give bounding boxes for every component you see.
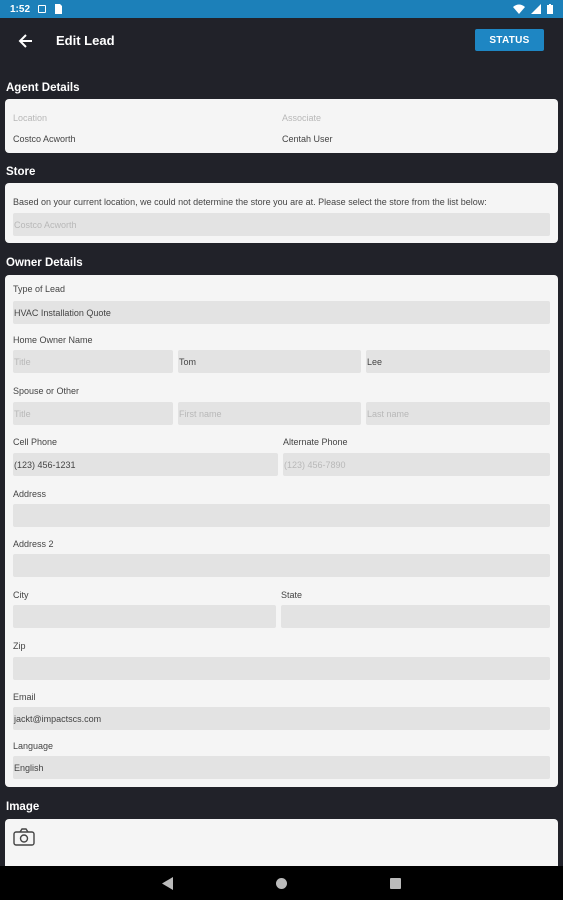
associate-value: Centah User xyxy=(282,134,333,144)
location-value: Costco Acworth xyxy=(13,134,76,144)
agent-details-card: Location Costco Acworth Associate Centah… xyxy=(5,99,558,153)
image-card xyxy=(5,819,558,866)
city-label: City xyxy=(13,590,29,600)
associate-label: Associate xyxy=(282,113,322,123)
image-heading: Image xyxy=(6,801,40,813)
signal-icon xyxy=(531,4,541,14)
address2-label: Address 2 xyxy=(13,539,54,549)
location-label: Location xyxy=(13,113,48,123)
owner-title-field[interactable]: Title xyxy=(13,350,173,373)
app-bar: Edit Lead STATUS xyxy=(0,18,563,64)
spouse-last-name-field[interactable]: Last name xyxy=(366,402,550,425)
system-nav-bar xyxy=(0,866,563,900)
notification-icon xyxy=(38,5,47,13)
camera-icon[interactable] xyxy=(13,828,35,851)
zip-field[interactable] xyxy=(13,657,550,680)
store-message: Based on your current location, we could… xyxy=(13,197,487,207)
sim-card-icon xyxy=(54,4,63,14)
alternate-phone-field[interactable]: (123) 456-7890 xyxy=(283,453,550,476)
nav-back-icon[interactable] xyxy=(162,877,173,895)
owner-first-name-field[interactable]: Tom xyxy=(178,350,361,373)
agent-details-heading: Agent Details xyxy=(6,82,80,94)
spouse-title-field[interactable]: Title xyxy=(13,402,173,425)
type-of-lead-label: Type of Lead xyxy=(13,284,66,294)
alternate-phone-label: Alternate Phone xyxy=(283,437,348,447)
address2-field[interactable] xyxy=(13,554,550,577)
nav-home-icon[interactable] xyxy=(276,878,287,889)
owner-last-name-field[interactable]: Lee xyxy=(366,350,550,373)
zip-label: Zip xyxy=(13,641,26,651)
wifi-icon xyxy=(513,4,525,14)
page-title: Edit Lead xyxy=(56,33,115,48)
status-time: 1:52 xyxy=(10,3,31,15)
language-label: Language xyxy=(13,741,54,751)
status-bar: 1:52 xyxy=(0,0,563,18)
type-of-lead-select[interactable]: HVAC Installation Quote xyxy=(13,301,550,324)
state-field[interactable] xyxy=(281,605,550,628)
address-label: Address xyxy=(13,489,47,499)
store-card: Based on your current location, we could… xyxy=(5,183,558,243)
spouse-first-name-field[interactable]: First name xyxy=(178,402,361,425)
cell-phone-label: Cell Phone xyxy=(13,437,58,447)
cell-phone-field[interactable]: (123) 456-1231 xyxy=(13,453,278,476)
language-select[interactable]: English xyxy=(13,756,550,779)
battery-icon xyxy=(547,4,553,14)
spouse-label: Spouse or Other xyxy=(13,386,80,396)
city-field[interactable] xyxy=(13,605,276,628)
store-select[interactable]: Costco Acworth xyxy=(13,213,550,236)
owner-details-card: Type of Lead HVAC Installation Quote Hom… xyxy=(5,275,558,787)
owner-details-heading: Owner Details xyxy=(6,257,83,269)
address-field[interactable] xyxy=(13,504,550,527)
email-label: Email xyxy=(13,692,36,702)
back-arrow-icon[interactable] xyxy=(16,31,36,51)
status-button[interactable]: STATUS xyxy=(475,29,544,51)
state-label: State xyxy=(281,590,303,600)
store-heading: Store xyxy=(6,166,36,178)
email-field[interactable]: jackt@impactscs.com xyxy=(13,707,550,730)
home-owner-label: Home Owner Name xyxy=(13,335,93,345)
nav-recents-icon[interactable] xyxy=(390,878,401,889)
